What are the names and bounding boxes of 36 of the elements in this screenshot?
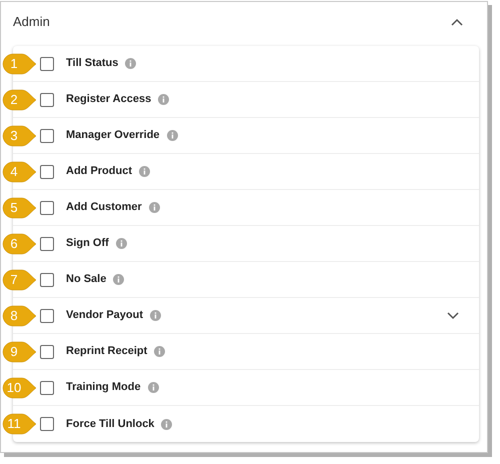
checkbox[interactable] [40, 236, 54, 250]
checkbox[interactable] [40, 56, 54, 70]
section-title: Admin [13, 13, 50, 32]
callout-badge: 7 [2, 269, 38, 291]
callout-badge: 9 [2, 341, 38, 363]
callout-badge: 2 [2, 89, 38, 111]
checkbox[interactable] [40, 128, 54, 142]
checkbox[interactable] [40, 200, 54, 214]
callout-badge: 6 [2, 233, 38, 255]
callout-badge: 10 [2, 377, 38, 399]
checkbox[interactable] [40, 92, 54, 106]
callout-badge: 4 [2, 161, 38, 183]
permission-label: Sign Off [66, 236, 109, 252]
checkbox[interactable] [40, 272, 54, 286]
permission-label: Vendor Payout [66, 308, 144, 324]
permission-label: Manager Override [66, 128, 160, 144]
checkbox[interactable] [40, 344, 54, 358]
permission-label: Force Till Unlock [66, 416, 154, 432]
callout-badge: 11 [2, 413, 38, 435]
checkbox[interactable] [40, 417, 54, 431]
collapse-icon[interactable] [451, 18, 463, 26]
permission-label: Add Customer [66, 200, 142, 216]
permission-label: Register Access [66, 92, 152, 108]
callout-badge: 8 [2, 305, 38, 327]
permission-label: Training Mode [66, 380, 141, 396]
permission-label: Reprint Receipt [66, 344, 148, 360]
permission-label: Add Product [66, 164, 132, 180]
checkbox[interactable] [40, 164, 54, 178]
permission-label: No Sale [66, 272, 106, 288]
expand-icon[interactable] [447, 312, 459, 320]
callout-badge: 1 [2, 53, 38, 75]
checkbox[interactable] [40, 380, 54, 394]
callout-badge: 5 [2, 197, 38, 219]
permission-label: Till Status [66, 56, 118, 72]
checkbox[interactable] [40, 308, 54, 322]
callout-badge: 3 [2, 125, 38, 147]
